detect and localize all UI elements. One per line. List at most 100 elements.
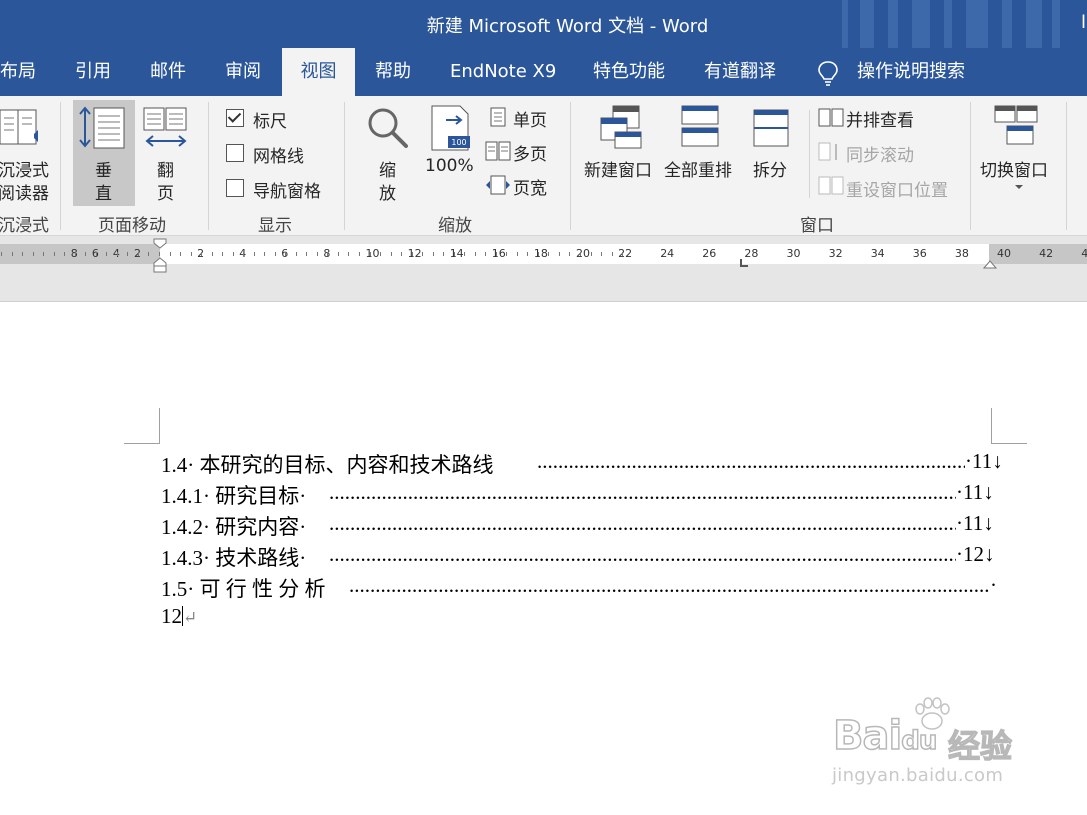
switch-window-button[interactable]: 切换窗口: [980, 156, 1048, 181]
ruler-tick: [95, 252, 97, 256]
watermark-url: jingyan.baidu.com: [832, 765, 1004, 786]
toc-page-number: ·12↓: [956, 542, 995, 566]
group-label-immersive: 沉浸式: [0, 216, 49, 236]
zoom-button[interactable]: 缩: [379, 156, 396, 181]
tab-stop-icon[interactable]: [739, 258, 749, 268]
separator: [1066, 102, 1067, 230]
separator: [344, 102, 345, 230]
ruler-tick: [337, 252, 339, 256]
ruler-tick: [53, 252, 55, 256]
ruler-number: 30: [786, 247, 801, 260]
ruler-tick: [43, 252, 45, 256]
reset-window-position-button[interactable]: 重设窗口位置: [846, 176, 948, 201]
toc-entry-text: 1.4.2· 研究内容·: [161, 515, 307, 539]
tell-me-search[interactable]: 操作说明搜索: [857, 48, 965, 96]
tab-view[interactable]: 视图: [282, 48, 355, 96]
zoom-100-button[interactable]: 100%: [425, 156, 474, 176]
ruler-tick: [211, 252, 213, 256]
ruler-tick: [474, 252, 476, 256]
ruler-tick: [127, 252, 129, 256]
toc-entry-text: 1.4· 本研究的目标、内容和技术路线: [161, 453, 494, 477]
ruler-tick: [295, 252, 297, 256]
ruler-number: 42: [1039, 247, 1054, 260]
tab-layout[interactable]: 布局: [0, 48, 36, 96]
tab-help[interactable]: 帮助: [375, 48, 411, 96]
ribbon-tabs: 布局 引用 邮件 审阅 视图 帮助 EndNote X9 特色功能 有道翻译 操…: [0, 48, 1087, 96]
tab-mailings[interactable]: 邮件: [150, 48, 186, 96]
user-name[interactable]: li: [1081, 12, 1087, 33]
zoom-label2: 放: [379, 184, 396, 204]
flip-page-button[interactable]: 翻: [157, 156, 174, 181]
ruler-tick: [264, 252, 266, 256]
page-width-button[interactable]: 页宽: [513, 174, 547, 199]
ruler-tick: [285, 252, 287, 256]
tab-features[interactable]: 特色功能: [593, 48, 665, 96]
ruler-tick: [316, 252, 318, 256]
ruler-tick: [74, 252, 76, 256]
indent-markers-icon[interactable]: [152, 238, 168, 274]
title-bar: 新建 Microsoft Word 文档 - Word li: [0, 0, 1087, 48]
ruler-tick: [32, 252, 34, 256]
group-label-zoom: 缩放: [438, 216, 472, 236]
ruler-tick: [485, 252, 487, 256]
one-page-button[interactable]: 单页: [513, 106, 547, 131]
ruler-tick: [137, 252, 139, 256]
toc-page-number: ·: [990, 573, 997, 597]
ruler-number: 44: [1081, 247, 1087, 260]
separator: [208, 102, 209, 230]
ruler-number: 12: [407, 247, 422, 260]
toc-entry[interactable]: 1.4· 本研究的目标、内容和技术路线: [161, 449, 494, 479]
immersive-reader-button[interactable]: 沉浸式: [0, 156, 49, 181]
new-window-button[interactable]: 新建窗口: [584, 156, 652, 181]
paragraph-mark: ↵: [183, 608, 198, 627]
ruler-number: 40: [997, 247, 1011, 260]
multi-page-icon: [485, 141, 511, 161]
tab-references[interactable]: 引用: [75, 48, 111, 96]
side-by-side-icon: [818, 108, 844, 127]
flip-page-label2: 页: [157, 184, 174, 204]
switch-window-label: 切换窗口: [980, 161, 1048, 181]
toc-leader: ........................................…: [349, 573, 989, 597]
gridlines-checkbox[interactable]: [226, 144, 244, 162]
toc-leader: ........................................…: [329, 511, 956, 535]
ruler-number: 16: [491, 247, 506, 260]
toc-page-number: 12: [161, 604, 182, 628]
ruler-tick: [169, 252, 171, 256]
right-indent-icon[interactable]: [982, 256, 998, 270]
toc-entry-text: 1.5· 可 行 性 分 析: [161, 577, 326, 601]
toc-entry-continued[interactable]: 12↵: [161, 604, 197, 629]
ruler-number: 14: [449, 247, 464, 260]
side-by-side-button[interactable]: 并排查看: [846, 106, 914, 131]
ruler-tick: [601, 252, 603, 256]
ruler-tick: [64, 252, 66, 256]
toc-entry[interactable]: 1.4.2· 研究内容·: [161, 511, 306, 541]
vertical-label2: 直: [95, 184, 112, 204]
ruler-number: 24: [660, 247, 675, 260]
ruler-tick: [401, 252, 403, 256]
tab-endnote[interactable]: EndNote X9: [450, 48, 556, 96]
multi-page-button[interactable]: 多页: [513, 140, 547, 165]
ruler-tick: [506, 252, 508, 256]
sync-scroll-icon: [818, 142, 837, 161]
toc-entry[interactable]: 1.4.1· 研究目标·: [161, 480, 306, 510]
toc-entry[interactable]: 1.5· 可 行 性 分 析: [161, 573, 326, 603]
ruler-number: 26: [702, 247, 717, 260]
horizontal-ruler[interactable]: 8642246810121416182022242628303234363840…: [0, 236, 1087, 302]
tab-review[interactable]: 审阅: [225, 48, 261, 96]
ruler-tick: [369, 252, 371, 256]
arrange-all-button[interactable]: 全部重排: [664, 156, 732, 181]
ruler-checkbox[interactable]: [226, 109, 244, 127]
ruler-tick: [148, 252, 150, 256]
vertical-button[interactable]: 垂: [95, 156, 112, 181]
split-button[interactable]: 拆分: [753, 156, 787, 181]
dropdown-arrow-icon[interactable]: [1015, 185, 1023, 189]
sync-scroll-button[interactable]: 同步滚动: [846, 141, 914, 166]
ruler-tick: [611, 252, 613, 256]
tab-youdao[interactable]: 有道翻译: [704, 48, 776, 96]
ruler-number: 10: [365, 247, 380, 260]
nav-pane-checkbox[interactable]: [226, 179, 244, 197]
magnifier-icon: [368, 108, 408, 148]
toc-entry[interactable]: 1.4.3· 技术路线·: [161, 542, 306, 572]
toc-leader: ........................................…: [329, 542, 956, 566]
ruler-tick: [558, 252, 560, 256]
